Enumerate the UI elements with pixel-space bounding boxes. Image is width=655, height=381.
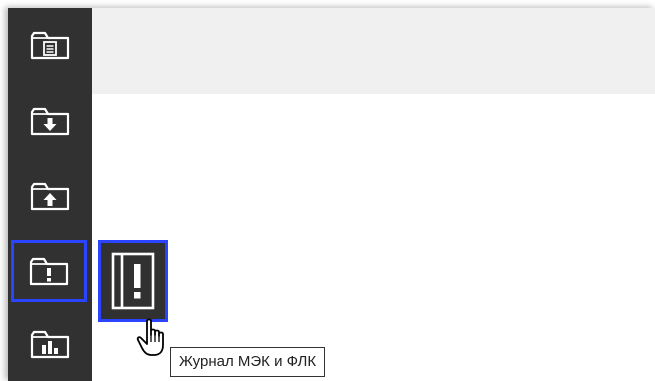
sidebar [8, 8, 92, 381]
folder-upload-icon [30, 182, 70, 211]
sidebar-item-reports[interactable] [22, 321, 78, 367]
folder-document-icon [30, 31, 70, 60]
folder-download-icon [30, 107, 70, 136]
folder-alert-icon [29, 257, 69, 286]
content-area [92, 94, 655, 381]
journal-button[interactable] [98, 240, 168, 322]
hand-cursor-icon [136, 318, 164, 356]
sidebar-item-alerts[interactable] [11, 240, 87, 302]
sidebar-item-upload[interactable] [22, 173, 78, 219]
app-window: Журнал МЭК и ФЛК [8, 8, 655, 381]
folder-chart-icon [30, 330, 70, 359]
journal-alert-icon [111, 252, 155, 310]
sidebar-item-download[interactable] [22, 98, 78, 144]
top-bar [92, 8, 655, 94]
tooltip: Журнал МЭК и ФЛК [170, 347, 326, 377]
sidebar-item-documents[interactable] [22, 22, 78, 68]
